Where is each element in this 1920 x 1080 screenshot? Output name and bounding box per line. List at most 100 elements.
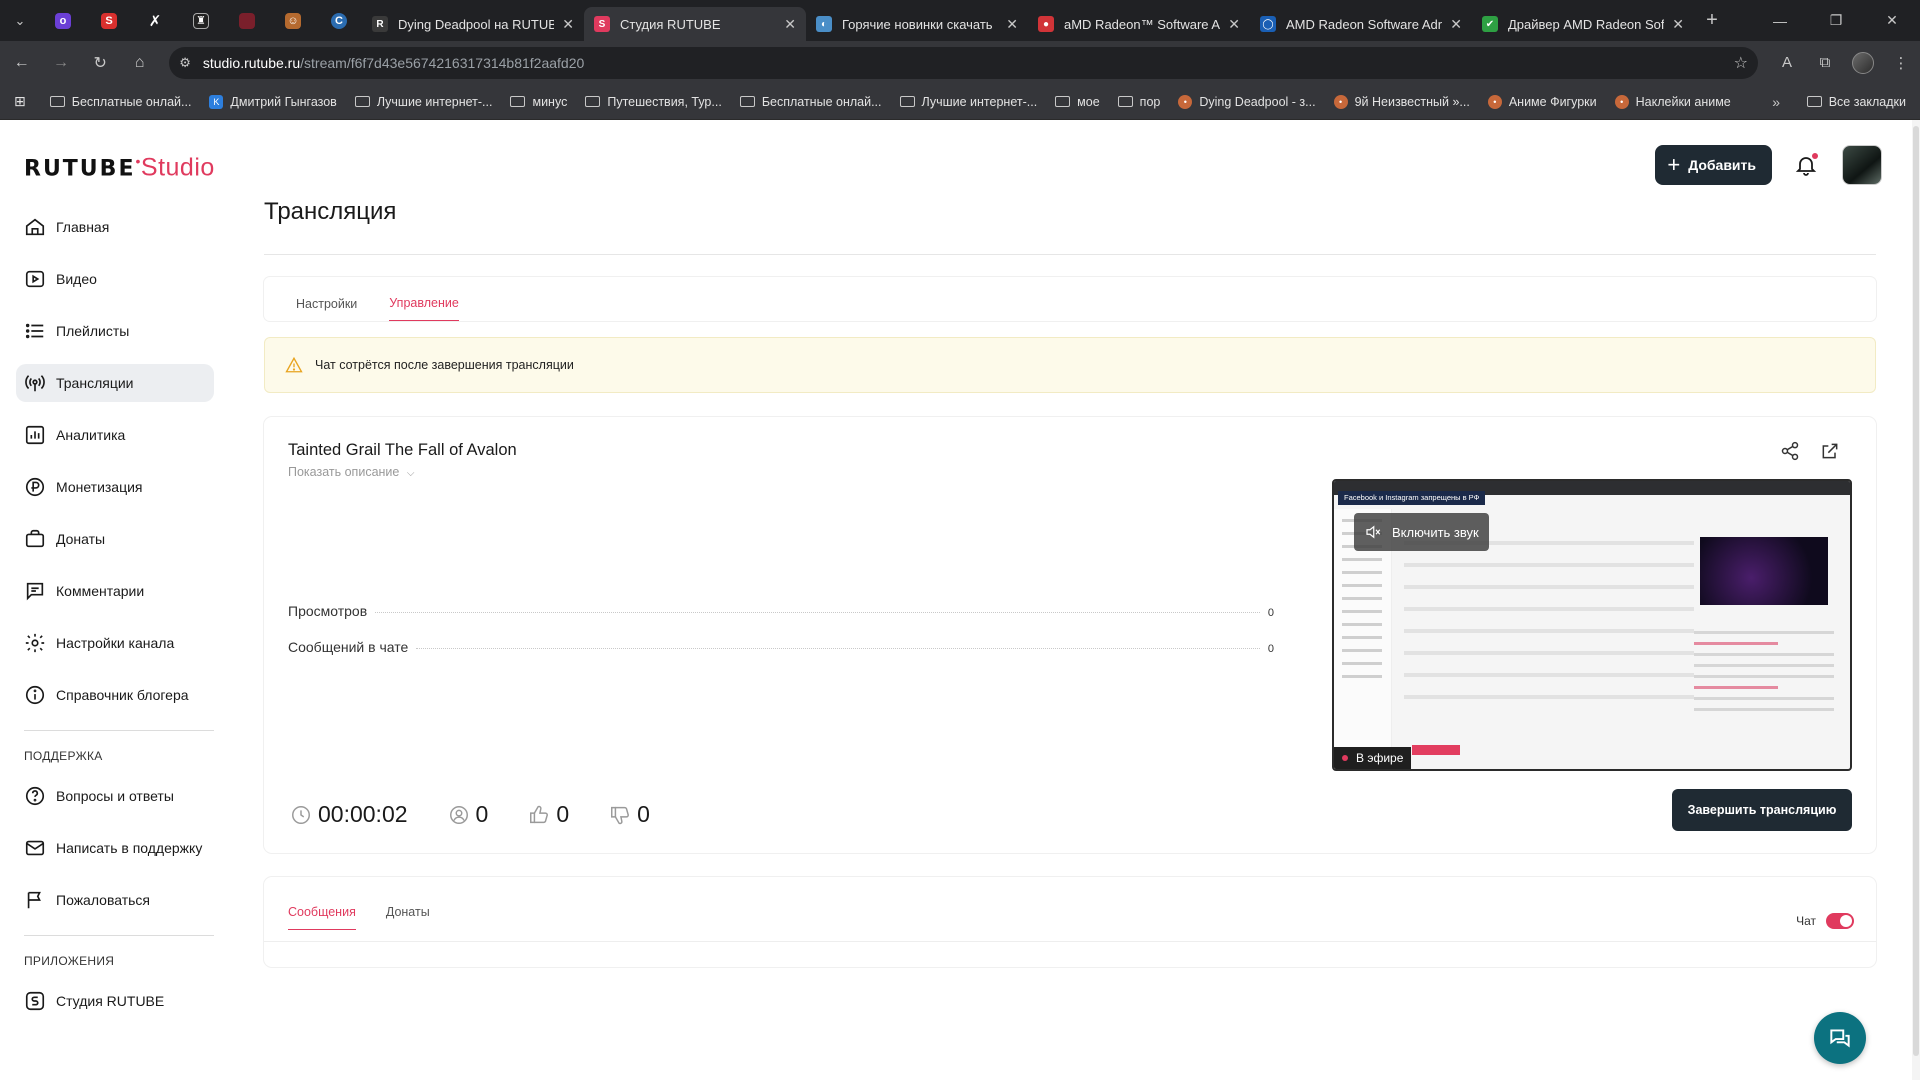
minimize-icon[interactable]: — bbox=[1752, 0, 1808, 41]
url-input[interactable]: ⚙ studio.rutube.ru/stream/f6f7d43e567421… bbox=[169, 46, 1758, 79]
bookmark-item[interactable]: • Наклейки аниме bbox=[1614, 94, 1731, 109]
chat-toggle[interactable]: Чат bbox=[1796, 913, 1854, 929]
restore-icon[interactable]: ❐ bbox=[1808, 0, 1864, 41]
read-aloud-icon[interactable]: A bbox=[1768, 52, 1806, 74]
bookmark-item[interactable]: • Dying Deadpool - з... bbox=[1178, 94, 1316, 109]
profile-icon[interactable] bbox=[1844, 51, 1882, 74]
bookmark-item[interactable]: Путешествия, Тур... bbox=[585, 95, 722, 109]
sidebar-item-broadcast[interactable]: Трансляции bbox=[16, 364, 214, 402]
browser-tab[interactable]: R Dying Deadpool на RUTUBE ✕ bbox=[362, 7, 584, 41]
sidebar-item-home[interactable]: Главная bbox=[16, 208, 214, 246]
stream-metrics: 00:00:02 0 0 0 bbox=[290, 801, 690, 828]
pinned-tab[interactable]: S bbox=[86, 0, 132, 41]
close-icon[interactable]: ✕ bbox=[1864, 0, 1920, 41]
sidebar-item-analytics[interactable]: Аналитика bbox=[16, 416, 214, 454]
browser-tab[interactable]: S Студия RUTUBE ✕ bbox=[584, 7, 806, 41]
apps-grid-icon[interactable]: ⊞ bbox=[14, 93, 26, 110]
pinned-tab[interactable] bbox=[224, 0, 270, 41]
all-bookmarks-button[interactable]: Все закладки bbox=[1806, 95, 1906, 109]
page-scrollbar[interactable] bbox=[1912, 120, 1920, 1080]
sidebar-item-flag[interactable]: Пожаловаться bbox=[16, 881, 214, 919]
bookmark-item[interactable]: мое bbox=[1055, 95, 1100, 109]
rutube-studio-logo[interactable]: RUTUBE•Studio bbox=[24, 153, 215, 182]
tab-favicon-icon: ● bbox=[1038, 16, 1054, 32]
end-stream-button[interactable]: Завершить трансляцию bbox=[1672, 789, 1852, 831]
open-external-icon[interactable] bbox=[1820, 441, 1840, 461]
bookmark-item[interactable]: K Дмитрий Гынгазов bbox=[209, 94, 337, 109]
show-description-toggle[interactable]: Показать описание ⌵ bbox=[288, 465, 414, 479]
tab-messages[interactable]: Сообщения bbox=[288, 905, 356, 930]
pinned-tab[interactable]: о bbox=[40, 0, 86, 41]
bookmark-item[interactable]: • Аниме Фигурки bbox=[1487, 94, 1597, 109]
viewers-value: 0 bbox=[475, 801, 489, 827]
bookmark-item[interactable]: Лучшие интернет-... bbox=[899, 95, 1037, 109]
add-button[interactable]: + Добавить bbox=[1655, 145, 1772, 185]
preview-banner: Facebook и Instagram запрещены в РФ bbox=[1338, 491, 1486, 505]
notifications-bell-icon[interactable] bbox=[1794, 153, 1818, 177]
new-tab-button[interactable]: + bbox=[1694, 9, 1730, 32]
home-icon[interactable]: ⌂ bbox=[122, 45, 157, 81]
sidebar-item-mail[interactable]: Написать в поддержку bbox=[16, 829, 214, 867]
browser-tab[interactable]: ◐ Горячие новинки скачать ✕ bbox=[806, 7, 1028, 41]
sidebar-item-video[interactable]: Видео bbox=[16, 260, 214, 298]
tab-close-icon[interactable]: ✕ bbox=[1450, 16, 1462, 33]
sidebar-item-label: Донаты bbox=[56, 531, 106, 547]
browser-tab[interactable]: ● aMD Radeon™ Software Adr ✕ bbox=[1028, 7, 1250, 41]
tab-close-icon[interactable]: ✕ bbox=[784, 16, 796, 33]
extensions-icon[interactable]: ⧉ bbox=[1806, 52, 1844, 74]
sidebar-item-monetization[interactable]: Монетизация bbox=[16, 468, 214, 506]
sidebar-item-info[interactable]: Справочник блогера bbox=[16, 676, 214, 714]
vk-icon: K bbox=[209, 94, 224, 109]
back-icon[interactable]: ← bbox=[4, 45, 39, 81]
bookmarks-more-button[interactable]: » bbox=[1772, 94, 1780, 110]
stream-preview[interactable]: Facebook и Instagram запрещены в РФ Вклю… bbox=[1332, 479, 1852, 771]
settings-icon bbox=[25, 633, 45, 653]
site-info-icon[interactable]: ⚙ bbox=[179, 55, 191, 71]
unmute-button[interactable]: Включить звук bbox=[1354, 513, 1489, 551]
tab-settings[interactable]: Настройки bbox=[296, 297, 357, 321]
bookmark-item[interactable]: пор bbox=[1117, 95, 1160, 109]
bookmark-item[interactable]: • 9й Неизвестный »... bbox=[1333, 94, 1470, 109]
tab-management[interactable]: Управление bbox=[389, 296, 459, 321]
support-chat-button[interactable] bbox=[1814, 1012, 1866, 1064]
sidebar-item-label: Написать в поддержку bbox=[56, 840, 203, 856]
pinned-tab[interactable]: ♜ bbox=[178, 0, 224, 41]
sidebar-item-donate[interactable]: Донаты bbox=[16, 520, 214, 558]
likes-metric: 0 bbox=[528, 801, 569, 828]
scrollbar-thumb[interactable] bbox=[1913, 126, 1919, 1056]
clock-icon bbox=[292, 805, 310, 824]
sidebar-item-settings[interactable]: Настройки канала bbox=[16, 624, 214, 662]
pinned-tab[interactable]: ✗ bbox=[132, 0, 178, 41]
bookmark-item[interactable]: Бесплатные онлай... bbox=[739, 95, 882, 109]
browser-tab[interactable]: ✔ Драйвер AMD Radeon Softw ✕ bbox=[1472, 7, 1694, 41]
broadcast-icon bbox=[25, 375, 45, 392]
tab-close-icon[interactable]: ✕ bbox=[1006, 16, 1018, 33]
pinned-tab[interactable]: C bbox=[316, 0, 362, 41]
menu-icon[interactable]: ⋮ bbox=[1882, 52, 1920, 74]
bookmark-star-icon[interactable]: ☆ bbox=[1734, 53, 1748, 73]
sidebar-item-studio[interactable]: Студия RUTUBE bbox=[16, 982, 214, 1020]
user-avatar[interactable] bbox=[1842, 145, 1882, 185]
pinned-tab[interactable]: ☺ bbox=[270, 0, 316, 41]
tab-list-chevron-icon[interactable]: ⌄ bbox=[0, 0, 40, 41]
tab-close-icon[interactable]: ✕ bbox=[1228, 16, 1240, 33]
sidebar-item-playlist[interactable]: Плейлисты bbox=[16, 312, 214, 350]
monetization-icon bbox=[25, 477, 45, 497]
viewers-metric: 0 bbox=[448, 801, 489, 828]
reload-icon[interactable]: ↻ bbox=[83, 45, 118, 81]
header-actions: + Добавить bbox=[1655, 145, 1882, 185]
bookmark-item[interactable]: минус bbox=[510, 95, 567, 109]
chat-switch[interactable] bbox=[1826, 913, 1854, 929]
bookmark-item[interactable]: Лучшие интернет-... bbox=[354, 95, 492, 109]
studio-icon bbox=[25, 991, 45, 1011]
question-icon bbox=[25, 786, 45, 806]
bookmark-item[interactable]: Бесплатные онлай... bbox=[49, 95, 191, 109]
share-icon[interactable] bbox=[1780, 441, 1800, 461]
tab-donations[interactable]: Донаты bbox=[386, 905, 430, 930]
sidebar-item-question[interactable]: Вопросы и ответы bbox=[16, 777, 214, 815]
sidebar-item-comments[interactable]: Комментарии bbox=[16, 572, 214, 610]
browser-tab[interactable]: ◯ AMD Radeon Software Adre ✕ bbox=[1250, 7, 1472, 41]
forward-icon[interactable]: → bbox=[43, 45, 78, 81]
tab-close-icon[interactable]: ✕ bbox=[562, 16, 574, 33]
tab-close-icon[interactable]: ✕ bbox=[1672, 16, 1684, 33]
